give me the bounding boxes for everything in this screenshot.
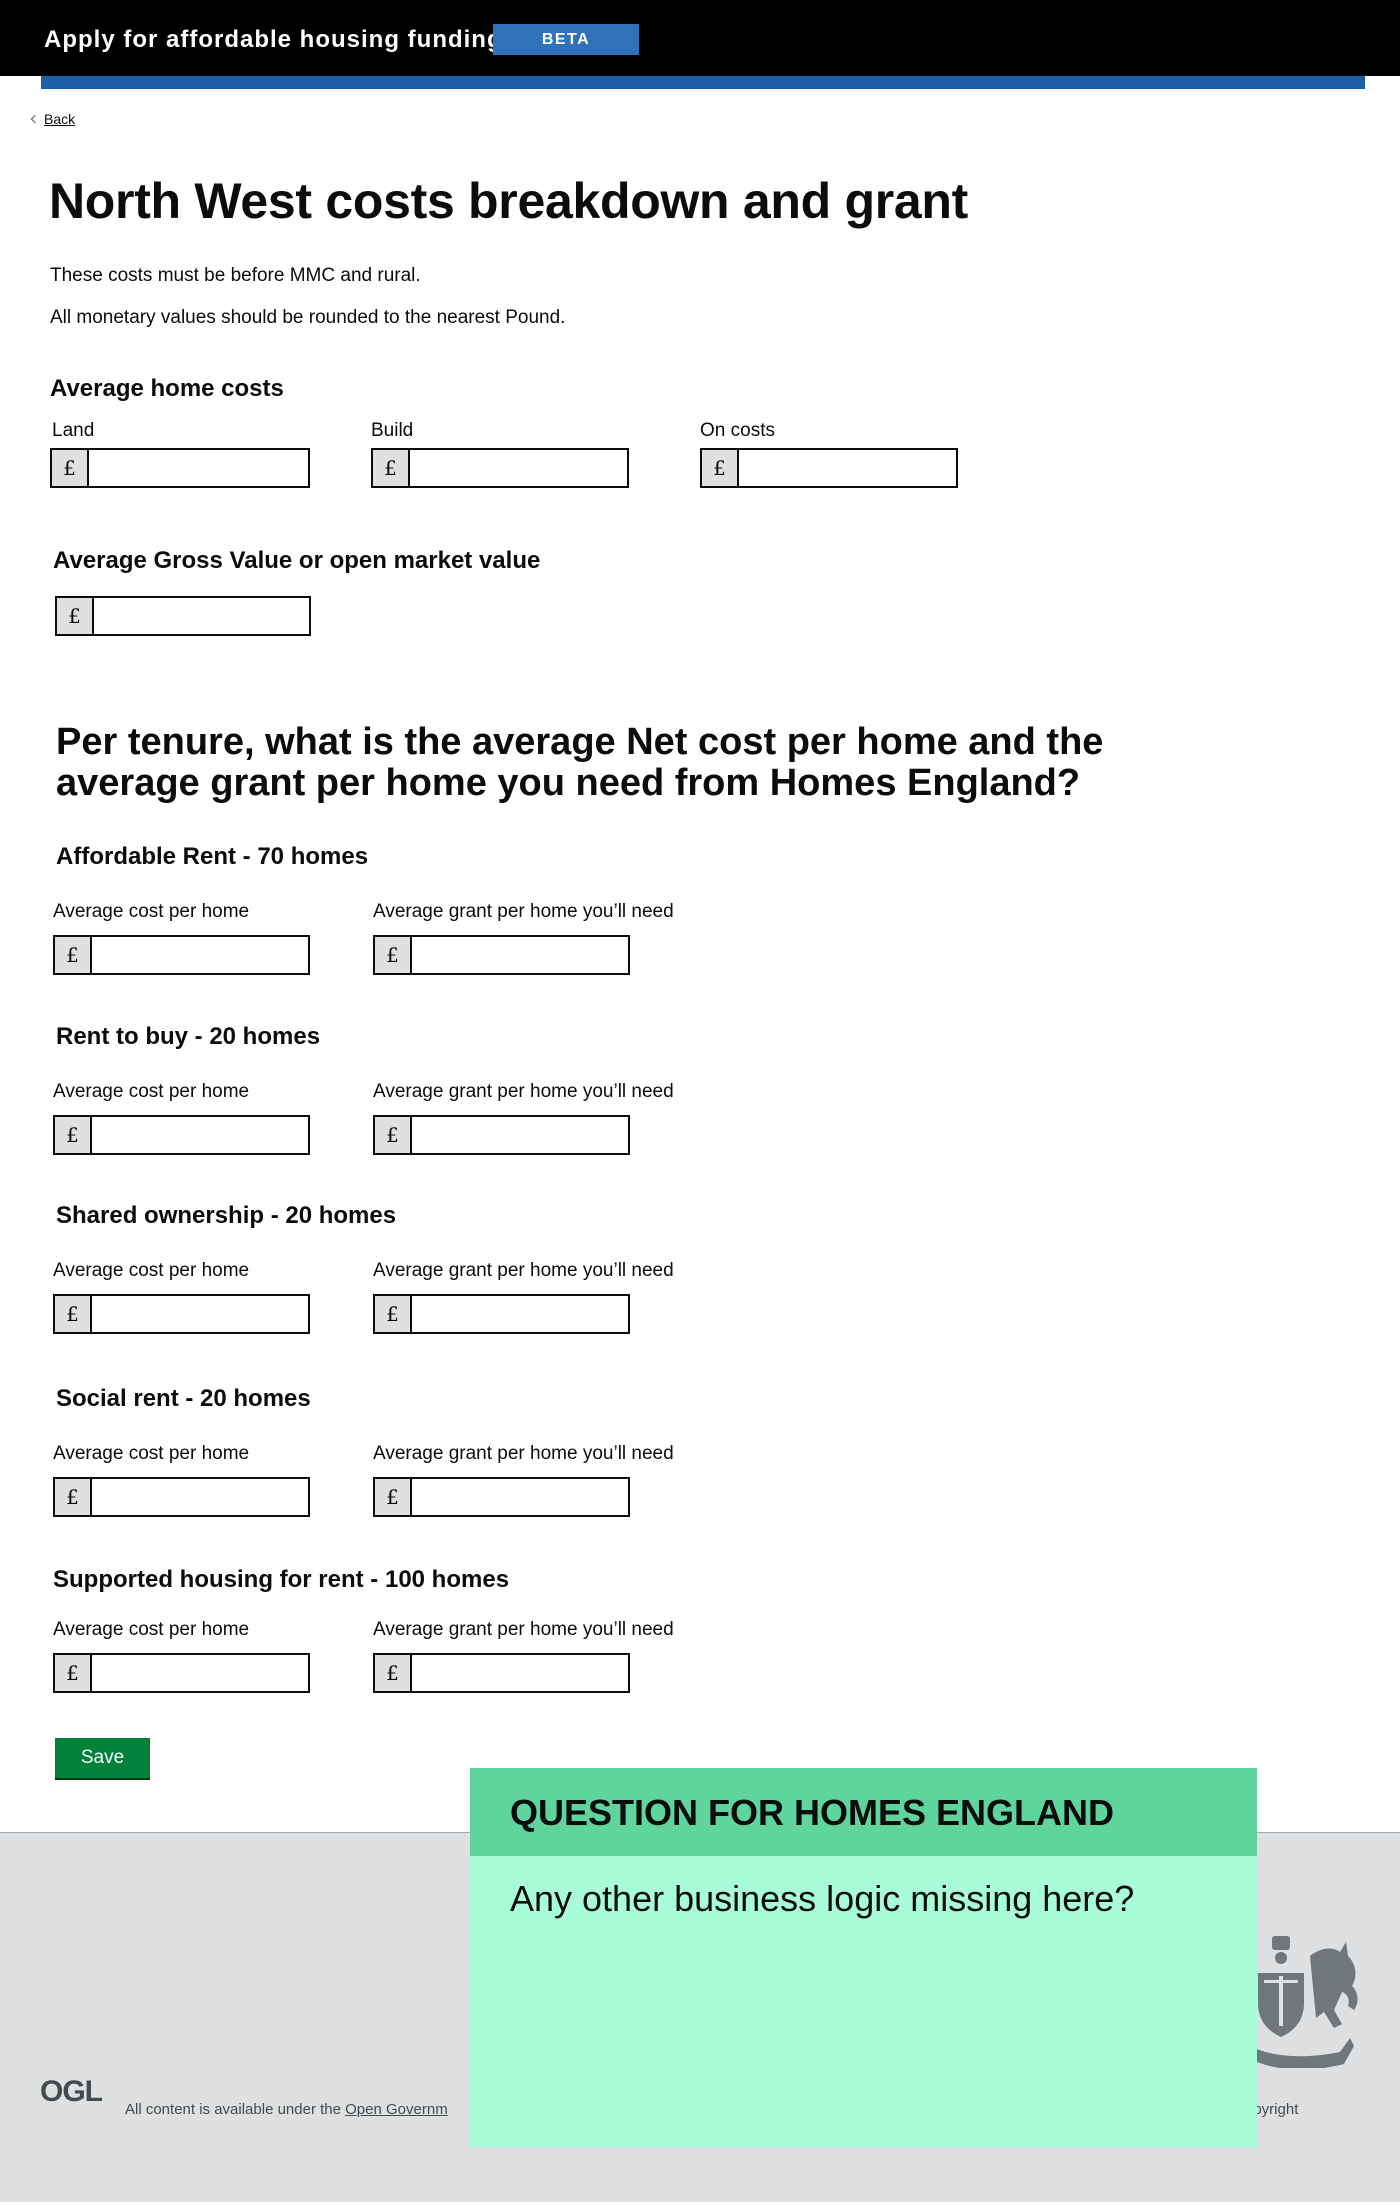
rent-to-buy-cost-input[interactable]	[92, 1117, 308, 1153]
save-button[interactable]: Save	[55, 1738, 150, 1778]
grant-label: Average grant per home you’ll need	[373, 1443, 674, 1464]
on-costs-input[interactable]	[739, 450, 956, 486]
cost-label: Average cost per home	[53, 1619, 250, 1640]
licence-prefix: All content is available under the	[125, 2101, 346, 2118]
grant-label: Average grant per home you’ll need	[373, 1260, 674, 1281]
pound-prefix: £	[52, 450, 89, 486]
grant-label: Average grant per home you’ll need	[373, 1081, 674, 1102]
annotation-body: Any other business logic missing here?	[510, 1878, 1135, 1919]
pound-prefix: £	[702, 450, 739, 486]
ogl-logo: OGL	[40, 2075, 103, 2108]
tenure-question-heading: Per tenure, what is the average Net cost…	[56, 721, 1104, 804]
affordable-rent-cost-field: £	[53, 935, 310, 975]
back-link-label: Back	[44, 111, 76, 127]
gross-value-heading: Average Gross Value or open market value	[53, 547, 541, 574]
shared-ownership-cost-field: £	[53, 1294, 310, 1334]
pound-prefix: £	[55, 1296, 92, 1332]
pound-prefix: £	[375, 1296, 412, 1332]
site-header: Apply for affordable housing funding BET…	[0, 0, 1400, 76]
pound-prefix: £	[55, 1479, 92, 1515]
shared-ownership-cost-input[interactable]	[92, 1296, 308, 1332]
social-rent-cost-field: £	[53, 1477, 310, 1517]
land-cost-input[interactable]	[89, 450, 308, 486]
land-cost-field: £	[50, 448, 310, 488]
pound-prefix: £	[375, 1117, 412, 1153]
supported-housing-grant-input[interactable]	[412, 1655, 628, 1691]
rent-to-buy-grant-input[interactable]	[412, 1117, 628, 1153]
land-label: Land	[52, 420, 95, 441]
rent-to-buy-grant-field: £	[373, 1115, 630, 1155]
build-label: Build	[371, 420, 414, 441]
affordable-rent-grant-input[interactable]	[412, 937, 628, 973]
build-cost-input[interactable]	[410, 450, 627, 486]
header-accent-bar	[41, 76, 1365, 89]
grant-label: Average grant per home you’ll need	[373, 1619, 674, 1640]
annotation-note: QUESTION FOR HOMES ENGLAND Any other bus…	[470, 1768, 1257, 2147]
pound-prefix: £	[375, 937, 412, 973]
build-cost-field: £	[371, 448, 629, 488]
pound-prefix: £	[57, 598, 94, 634]
on-costs-label: On costs	[700, 420, 775, 441]
social-rent-grant-field: £	[373, 1477, 630, 1517]
annotation-title: QUESTION FOR HOMES ENGLAND	[510, 1792, 1115, 1833]
cost-label: Average cost per home	[53, 1081, 250, 1102]
grant-label: Average grant per home you’ll need	[373, 901, 674, 922]
intro-text-mmc: These costs must be before MMC and rural…	[50, 265, 421, 286]
supported-housing-cost-input[interactable]	[92, 1655, 308, 1691]
cost-label: Average cost per home	[53, 1260, 250, 1281]
affordable-rent-cost-input[interactable]	[92, 937, 308, 973]
intro-text-rounding: All monetary values should be rounded to…	[50, 307, 566, 328]
social-rent-cost-input[interactable]	[92, 1479, 308, 1515]
phase-tag: BETA	[493, 24, 639, 55]
affordable-rent-grant-field: £	[373, 935, 630, 975]
tenure-heading-supported-housing: Supported housing for rent - 100 homes	[53, 1566, 510, 1593]
service-name[interactable]: Apply for affordable housing funding	[44, 26, 503, 54]
pound-prefix: £	[55, 1117, 92, 1153]
royal-crest-icon	[1250, 1936, 1358, 2068]
chevron-left-icon	[30, 114, 40, 124]
back-link[interactable]: Back	[30, 111, 76, 127]
on-costs-field: £	[700, 448, 958, 488]
supported-housing-grant-field: £	[373, 1653, 630, 1693]
supported-housing-cost-field: £	[53, 1653, 310, 1693]
licence-link[interactable]: Open Governm	[345, 2101, 448, 2118]
gross-value-input[interactable]	[94, 598, 309, 634]
pound-prefix: £	[375, 1655, 412, 1691]
tenure-heading-social-rent: Social rent - 20 homes	[56, 1385, 311, 1412]
shared-ownership-grant-input[interactable]	[412, 1296, 628, 1332]
licence-text: All content is available under the Open …	[125, 2101, 448, 2118]
pound-prefix: £	[375, 1479, 412, 1515]
rent-to-buy-cost-field: £	[53, 1115, 310, 1155]
tenure-heading-rent-to-buy: Rent to buy - 20 homes	[56, 1023, 321, 1050]
pound-prefix: £	[55, 1655, 92, 1691]
social-rent-grant-input[interactable]	[412, 1479, 628, 1515]
pound-prefix: £	[55, 937, 92, 973]
gross-value-field: £	[55, 596, 311, 636]
pound-prefix: £	[373, 450, 410, 486]
tenure-heading-affordable-rent: Affordable Rent - 70 homes	[56, 843, 369, 870]
tenure-heading-shared-ownership: Shared ownership - 20 homes	[56, 1202, 397, 1229]
page-title: North West costs breakdown and grant	[49, 173, 968, 229]
cost-label: Average cost per home	[53, 901, 250, 922]
average-home-costs-heading: Average home costs	[50, 375, 284, 402]
shared-ownership-grant-field: £	[373, 1294, 630, 1334]
cost-label: Average cost per home	[53, 1443, 250, 1464]
